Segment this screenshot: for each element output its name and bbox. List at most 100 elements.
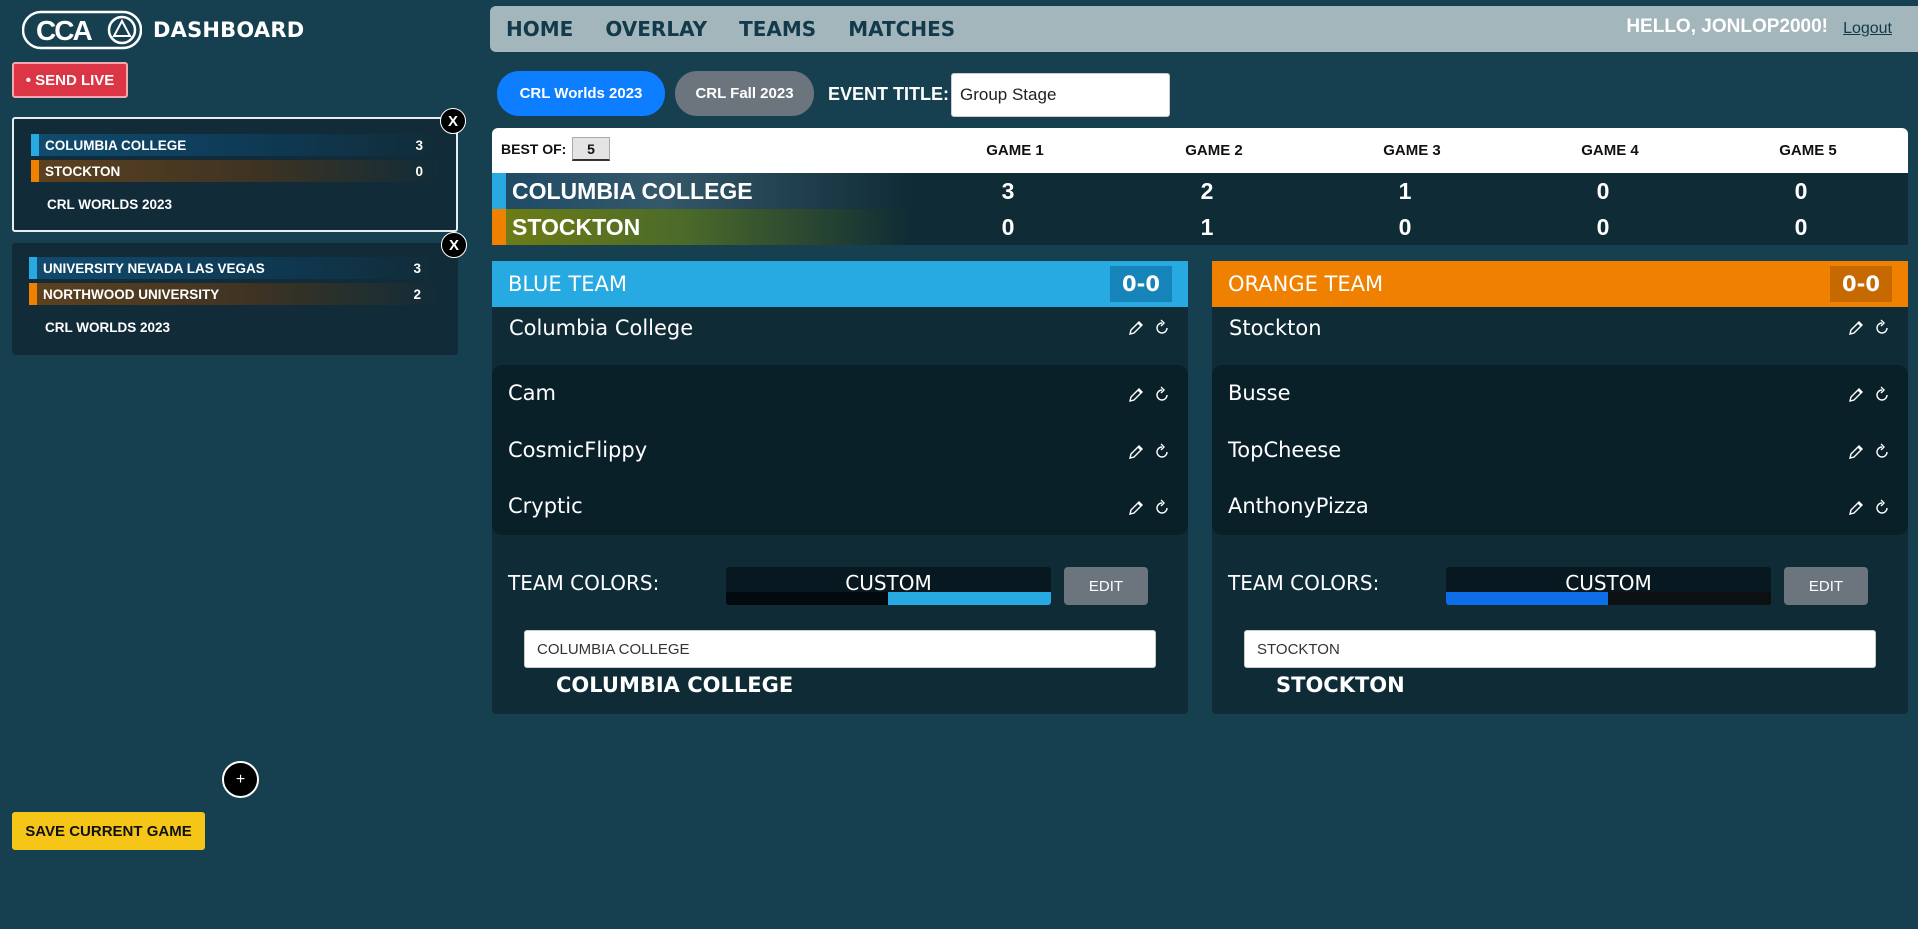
team-colors-label: TEAM COLORS:: [1228, 571, 1380, 595]
game-score[interactable]: 0: [1771, 214, 1831, 241]
player-name: TopCheese: [1228, 438, 1342, 462]
team-color-stripe: [31, 134, 39, 156]
nav-matches[interactable]: MATCHES: [848, 17, 955, 41]
match-card[interactable]: UNIVERSITY NEVADA LAS VEGAS 3 NORTHWOOD …: [12, 243, 458, 355]
edit-colors-button[interactable]: EDIT: [1064, 567, 1148, 605]
game-header: GAME 4: [1581, 142, 1639, 159]
add-match-button[interactable]: +: [222, 761, 259, 798]
event-title-label: EVENT TITLE:: [828, 84, 949, 104]
close-icon[interactable]: X: [441, 232, 467, 258]
save-current-game-button[interactable]: SAVE CURRENT GAME: [12, 812, 205, 850]
blue-team-title: BLUE TEAM: [508, 272, 627, 296]
series-team-name: COLUMBIA COLLEGE: [492, 173, 912, 209]
display-name-input[interactable]: [1244, 630, 1876, 668]
player-name: Busse: [1228, 381, 1291, 405]
pencil-icon[interactable]: [1127, 386, 1145, 404]
blue-team-name-row: Columbia College: [492, 307, 1188, 349]
game-score[interactable]: 1: [1177, 214, 1237, 241]
edit-colors-button[interactable]: EDIT: [1784, 567, 1868, 605]
game-header: GAME 5: [1779, 142, 1837, 159]
match-team-name: UNIVERSITY NEVADA LAS VEGAS: [43, 260, 265, 276]
pencil-icon[interactable]: [1847, 499, 1865, 517]
game-score[interactable]: 2: [1177, 178, 1237, 205]
best-of-input[interactable]: 5: [572, 137, 610, 161]
reset-icon[interactable]: [1153, 443, 1171, 461]
game-score[interactable]: 1: [1375, 178, 1435, 205]
team-color-stripe: [29, 257, 37, 279]
player-name: CosmicFlippy: [508, 438, 648, 462]
team-color-stripe: [492, 173, 506, 209]
orange-player-list: Busse TopCheese AnthonyPizza: [1212, 365, 1908, 535]
pencil-icon[interactable]: [1127, 499, 1145, 517]
user-greeting: HELLO, JONLOP2000!: [1626, 16, 1828, 37]
orange-team-score: 0-0: [1830, 266, 1892, 302]
event-tab-crl-worlds[interactable]: CRL Worlds 2023: [497, 71, 665, 116]
team-colors-preview[interactable]: CUSTOM: [726, 567, 1051, 605]
match-card[interactable]: COLUMBIA COLLEGE 3 STOCKTON 0 CRL WORLDS…: [12, 117, 458, 232]
team-colors-preview[interactable]: CUSTOM: [1446, 567, 1771, 605]
logout-link[interactable]: Logout: [1843, 20, 1892, 38]
event-tab-crl-fall[interactable]: CRL Fall 2023: [675, 71, 814, 116]
game-header: GAME 3: [1383, 142, 1441, 159]
match-team-name: NORTHWOOD UNIVERSITY: [43, 286, 220, 302]
team-color-stripe: [31, 160, 39, 182]
series-scores: COLUMBIA COLLEGE 3 2 1 0 0 STOCKTON 0 1 …: [492, 173, 1908, 245]
orange-team-name-row: Stockton: [1212, 307, 1908, 349]
best-of-label: BEST OF:: [501, 141, 567, 157]
game-score[interactable]: 0: [978, 214, 1038, 241]
nav-home[interactable]: HOME: [506, 17, 573, 41]
event-title-input[interactable]: [951, 73, 1170, 117]
primary-color-swatch: [1446, 592, 1608, 605]
display-name-preview: STOCKTON: [1276, 673, 1405, 697]
match-team-score: 3: [415, 137, 423, 153]
game-score[interactable]: 0: [1573, 214, 1633, 241]
game-score[interactable]: 0: [1375, 214, 1435, 241]
pencil-icon[interactable]: [1847, 319, 1865, 337]
series-team-row: COLUMBIA COLLEGE 3 2 1 0 0: [492, 173, 1908, 209]
display-name-preview: COLUMBIA COLLEGE: [556, 673, 794, 697]
match-team-score: 2: [413, 286, 421, 302]
reset-icon[interactable]: [1873, 319, 1891, 337]
app-title: DASHBOARD: [153, 18, 305, 42]
game-score[interactable]: 0: [1573, 178, 1633, 205]
match-event-name: CRL WORLDS 2023: [47, 197, 173, 212]
primary-color-swatch: [726, 592, 888, 605]
team-color-stripe: [29, 283, 37, 305]
reset-icon[interactable]: [1873, 499, 1891, 517]
pencil-icon[interactable]: [1847, 443, 1865, 461]
secondary-color-swatch: [888, 592, 1051, 605]
pencil-icon[interactable]: [1127, 443, 1145, 461]
blue-team-panel: BLUE TEAM 0-0 Columbia College Cam Cosmi…: [492, 261, 1188, 714]
reset-icon[interactable]: [1873, 386, 1891, 404]
reset-icon[interactable]: [1153, 319, 1171, 337]
secondary-color-swatch: [1608, 592, 1771, 605]
match-team-score: 0: [415, 163, 423, 179]
orange-team-name: Stockton: [1229, 316, 1322, 340]
reset-icon[interactable]: [1873, 443, 1891, 461]
series-team-name: STOCKTON: [492, 209, 912, 245]
blue-player-list: Cam CosmicFlippy Cryptic: [492, 365, 1188, 535]
display-name-input[interactable]: [524, 630, 1156, 668]
match-team-row: STOCKTON 0: [31, 160, 439, 182]
match-team-name: STOCKTON: [45, 163, 121, 179]
orange-team-title: ORANGE TEAM: [1228, 272, 1384, 296]
reset-icon[interactable]: [1153, 386, 1171, 404]
match-team-row: UNIVERSITY NEVADA LAS VEGAS 3: [29, 257, 437, 279]
blue-team-score: 0-0: [1110, 266, 1172, 302]
reset-icon[interactable]: [1153, 499, 1171, 517]
pencil-icon[interactable]: [1127, 319, 1145, 337]
game-score[interactable]: 0: [1771, 178, 1831, 205]
blue-team-name: Columbia College: [509, 316, 694, 340]
nav-teams[interactable]: TEAMS: [739, 17, 816, 41]
match-event-name: CRL WORLDS 2023: [45, 320, 171, 335]
player-name: Cam: [508, 381, 556, 405]
close-icon[interactable]: X: [440, 108, 466, 134]
match-team-row: NORTHWOOD UNIVERSITY 2: [29, 283, 437, 305]
send-live-button[interactable]: • SEND LIVE: [12, 62, 128, 98]
match-team-row: COLUMBIA COLLEGE 3: [31, 134, 439, 156]
nav-overlay[interactable]: OVERLAY: [605, 17, 707, 41]
game-score[interactable]: 3: [978, 178, 1038, 205]
pencil-icon[interactable]: [1847, 386, 1865, 404]
match-team-score: 3: [413, 260, 421, 276]
logo-text: CCA: [36, 15, 92, 46]
